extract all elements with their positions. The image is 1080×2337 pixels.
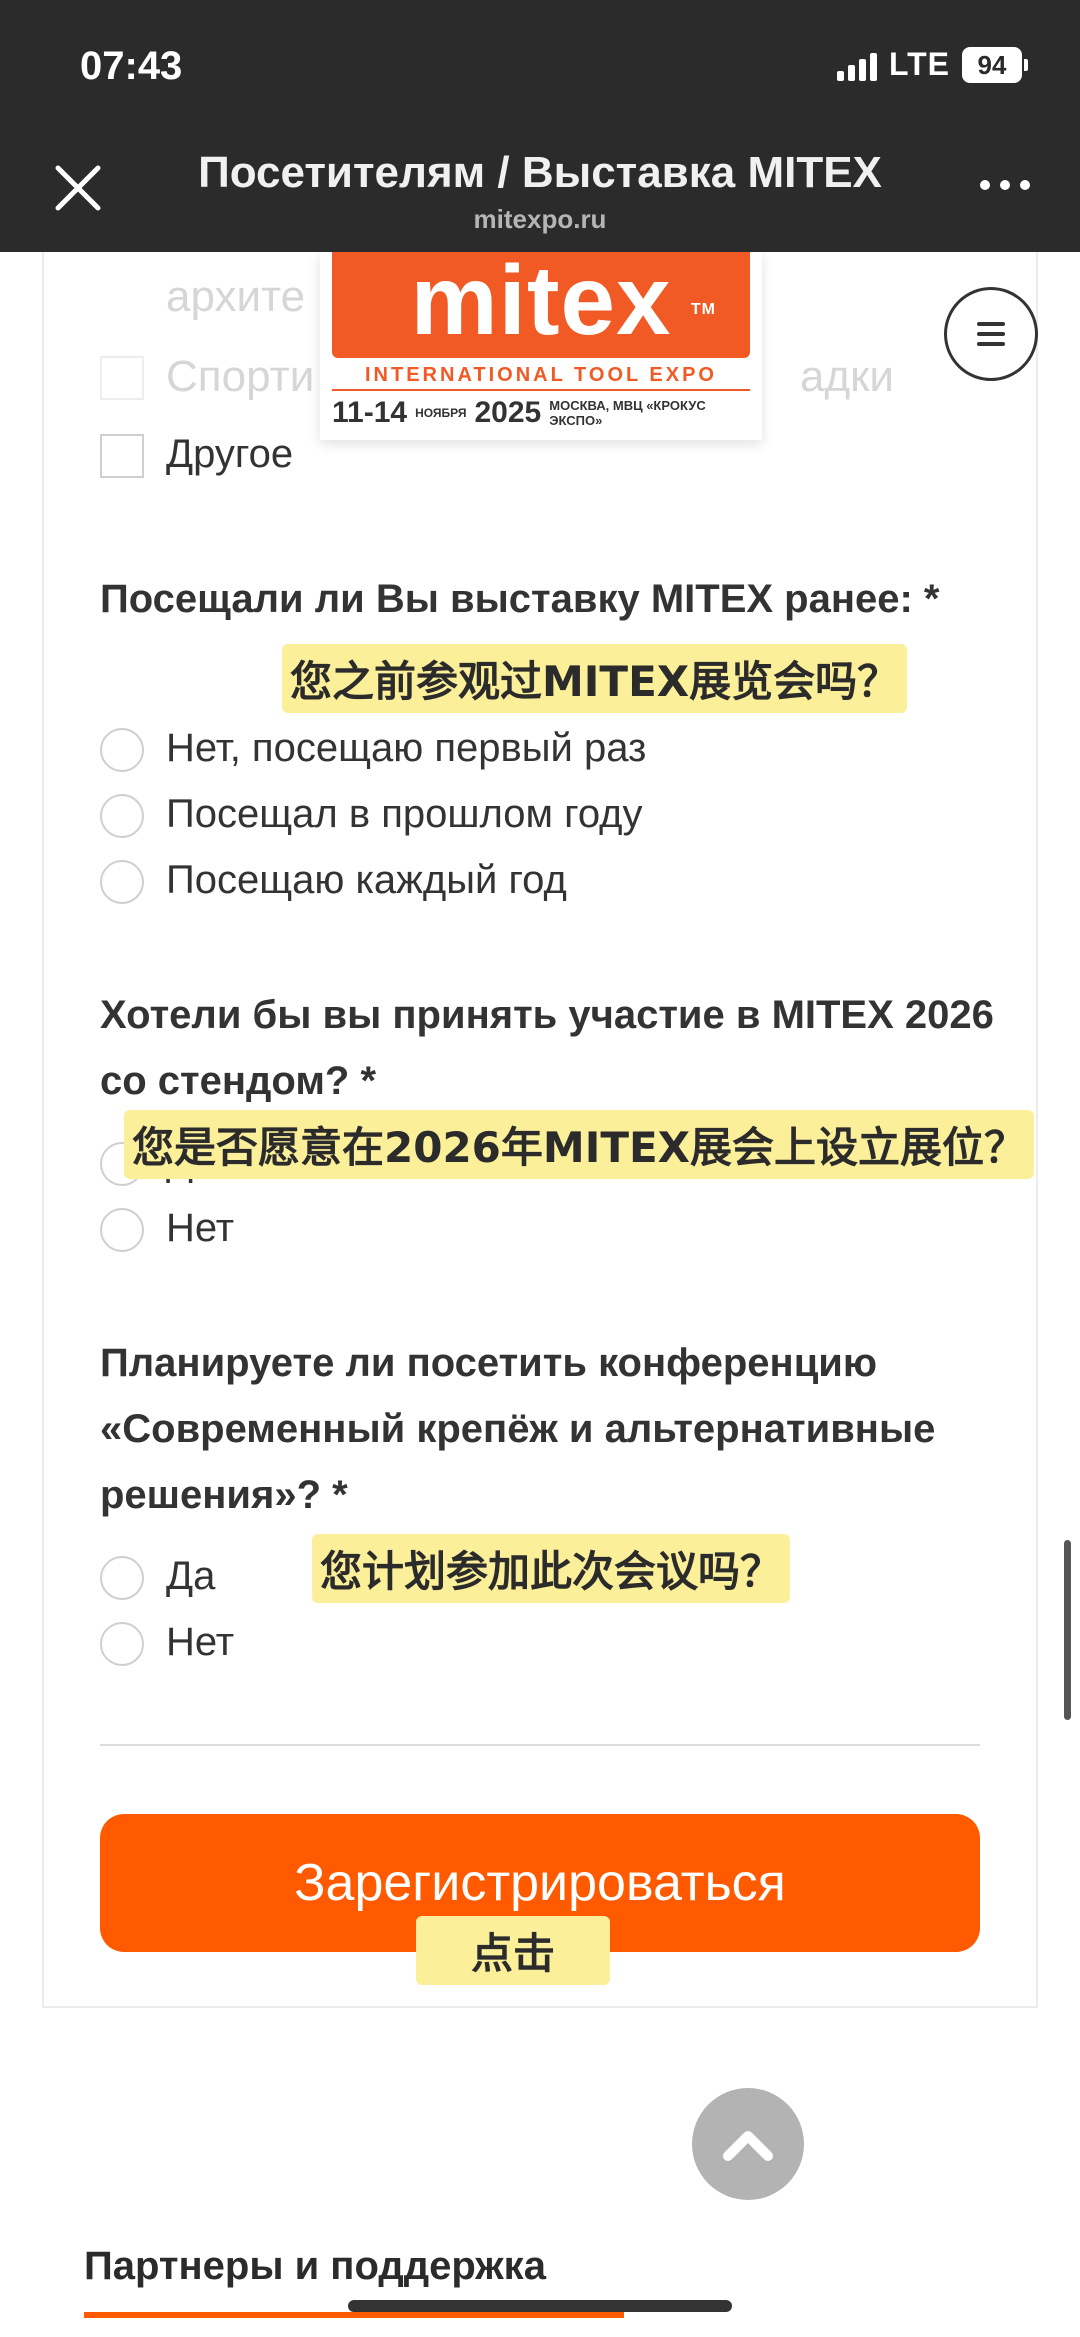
scroll-to-top-button[interactable] — [692, 2088, 804, 2200]
logo-tagline: INTERNATIONAL TOOL EXPO — [332, 364, 750, 391]
question-participate-2026: Хотели бы вы принять участие в MITEX 202… — [100, 993, 994, 1103]
browser-header: 07:43 LTE 94 Посетителям / Выставка MITE… — [0, 0, 1080, 252]
menu-icon[interactable] — [944, 287, 1038, 381]
page-domain: mitexpo.ru — [473, 204, 607, 234]
annotation-q1: 您之前参观过MITEX展览会吗？ — [282, 644, 908, 713]
scrollbar[interactable] — [1064, 1540, 1071, 1720]
status-indicators: LTE 94 — [836, 46, 1028, 83]
home-indicator[interactable] — [348, 2300, 732, 2312]
checkbox-other[interactable] — [100, 434, 144, 478]
question-visited-before: Посещали ли Вы выставку MITEX ранее: * — [100, 577, 940, 621]
option-label: Посещаю каждый год — [166, 858, 567, 902]
page-title: Посетителям / Выставка MITEX — [198, 148, 882, 197]
form-divider — [100, 1744, 980, 1746]
signal-icon — [836, 49, 877, 81]
logo-dates: 11-14 НОЯБРЯ 2025 МОСКВА, МВЦ «КРОКУС ЭК… — [332, 396, 706, 429]
radio-q1-last-year[interactable] — [100, 794, 144, 838]
radio-q2-no[interactable] — [100, 1208, 144, 1252]
option-sport-label: Спорти — [166, 352, 315, 401]
option-label: Нет, посещаю первый раз — [166, 726, 647, 770]
option-partial-label: архите — [166, 272, 306, 321]
annotation-q3: 您计划参加此次会议吗？ — [312, 1534, 791, 1603]
network-type: LTE — [888, 46, 950, 82]
close-icon[interactable] — [50, 160, 106, 216]
option-other-label: Другое — [166, 432, 294, 476]
radio-q1-every-year[interactable] — [100, 860, 144, 904]
option-label: Нет — [166, 1620, 235, 1664]
chevron-up-icon — [723, 2131, 773, 2161]
battery-icon: 94 — [962, 46, 1028, 83]
annotation-q2: 您是否愿意在2026年MITEX展会上设立展位？ — [124, 1110, 1035, 1179]
partners-heading: Партнеры и поддержка — [84, 2244, 546, 2288]
more-options-icon[interactable] — [980, 180, 1030, 190]
option-sport-label-end: адки — [800, 352, 894, 401]
radio-q3-yes[interactable] — [100, 1556, 144, 1600]
annotation-click: 点击 — [416, 1916, 610, 1985]
status-time: 07:43 — [80, 44, 183, 88]
mitex-logo: mitex TM INTERNATIONAL TOOL EXPO 11-14 НО… — [320, 251, 762, 440]
radio-q3-no[interactable] — [100, 1622, 144, 1666]
battery-level: 94 — [962, 46, 1022, 83]
question-conference: Планируете ли посетить конференцию «Совр… — [100, 1341, 936, 1517]
heading-underline — [84, 2312, 624, 2318]
option-label: Посещал в прошлом году — [166, 792, 643, 836]
option-label: Да — [166, 1554, 216, 1598]
option-label: Нет — [166, 1206, 235, 1250]
checkbox-sport[interactable] — [100, 356, 144, 400]
radio-q1-first-time[interactable] — [100, 728, 144, 772]
logo-brand: mitex TM — [332, 251, 750, 358]
